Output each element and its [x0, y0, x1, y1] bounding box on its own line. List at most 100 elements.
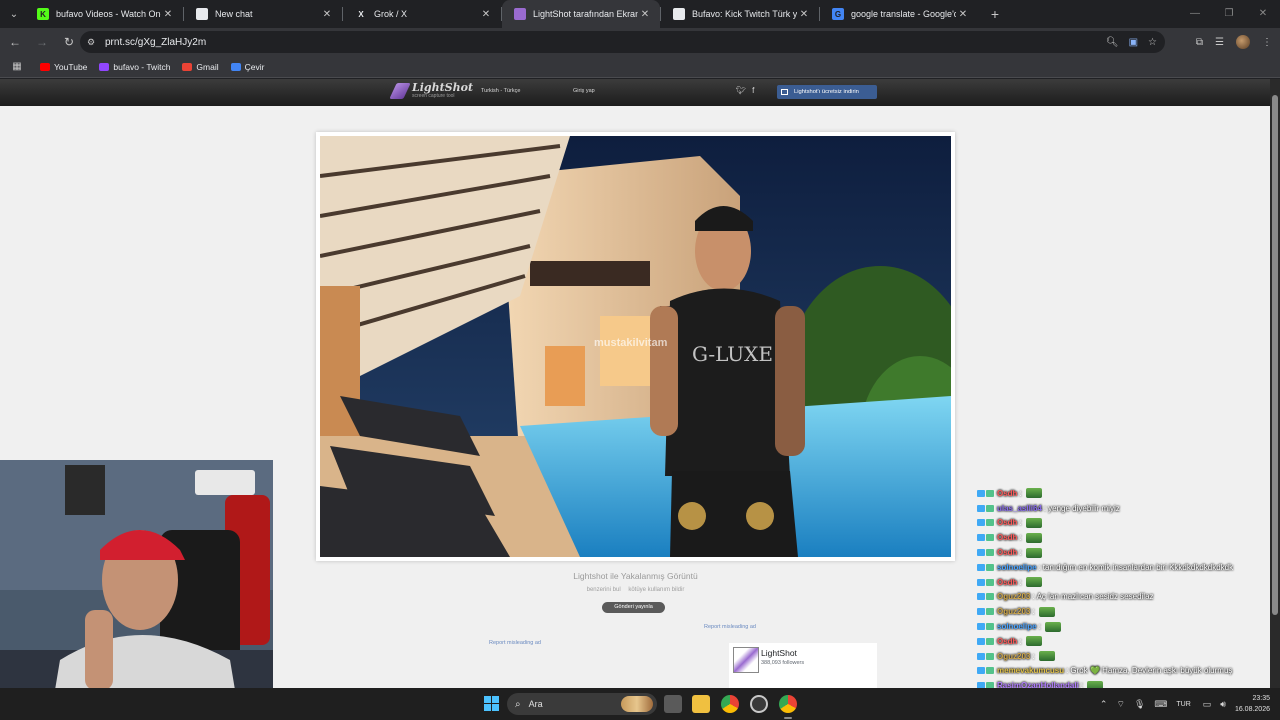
- twitter-icon[interactable]: 🐦︎: [736, 86, 746, 95]
- browser-tab[interactable]: Kbufavo Videos - Watch On-Dem✕: [25, 0, 183, 28]
- chat-colon: :: [1019, 488, 1022, 498]
- chat-message: Osdh:: [977, 575, 1277, 590]
- chat-username[interactable]: solnoelipe: [997, 622, 1037, 631]
- reload-button[interactable]: ↻: [57, 35, 81, 49]
- facebook-page-widget[interactable]: LightShot 388,093 followers: [729, 643, 877, 688]
- chat-message: Osdh:: [977, 634, 1277, 649]
- chat-message: solnoelipe: tanıdığım en komik insanlarda…: [977, 560, 1277, 575]
- chat-message: ulas_aslli64: yenge diyebilir miyiz: [977, 501, 1277, 516]
- taskbar-search[interactable]: ⌕ Ara: [507, 693, 657, 715]
- chat-username[interactable]: Osdh: [997, 548, 1017, 557]
- network-icon[interactable]: ⌔: [1116, 699, 1124, 710]
- chat-badge-icon: [986, 667, 994, 675]
- browser-toolbar: ← → ↻ ⚙ prnt.sc/gXg_ZlaHJy2m 🔍︎ ▣ ☆ ⧉ ☰ …: [0, 28, 1280, 56]
- chat-username[interactable]: ulas_aslli64: [997, 504, 1042, 513]
- clock-date: 16.08.2026: [1234, 706, 1270, 713]
- address-bar[interactable]: ⚙ prnt.sc/gXg_ZlaHJy2m 🔍︎ ▣ ☆: [80, 31, 1165, 53]
- close-tab-icon[interactable]: ✕: [797, 9, 811, 20]
- bookmark-item[interactable]: YouTube: [40, 62, 87, 72]
- browser-tab[interactable]: LightShot tarafından Ekran Görü✕: [502, 0, 660, 28]
- report-ad-link[interactable]: Report misleading ad: [704, 624, 756, 630]
- chrome-active-icon[interactable]: [779, 695, 797, 719]
- chat-message: Osdh:: [977, 516, 1277, 531]
- close-window-button[interactable]: ✕: [1246, 0, 1280, 28]
- chat-username[interactable]: Oguz203: [997, 652, 1030, 661]
- chat-badge-icon: [986, 623, 994, 631]
- chat-username[interactable]: solnoelipe: [997, 563, 1037, 572]
- bookmark-item[interactable]: Gmail: [182, 62, 219, 72]
- screenshot-actions: benzerini bul kötüye kullanım bildir: [316, 587, 955, 593]
- back-button[interactable]: ←: [3, 35, 27, 49]
- facebook-icon[interactable]: f: [752, 86, 754, 95]
- chat-badge-icon: [986, 652, 994, 660]
- chat-username[interactable]: Osdh: [997, 518, 1017, 527]
- microphone-icon[interactable]: 🎙︎: [1134, 699, 1145, 710]
- login-link[interactable]: Giriş yap: [573, 88, 595, 94]
- chat-colon: :: [1032, 607, 1035, 617]
- chat-badge-icon: [986, 489, 994, 497]
- chat-username[interactable]: RasimOzanHollandali: [997, 681, 1079, 688]
- chat-username[interactable]: Osdh: [997, 637, 1017, 646]
- forward-button[interactable]: →: [30, 35, 54, 49]
- chat-username[interactable]: Osdh: [997, 533, 1017, 542]
- chrome-icon[interactable]: [721, 695, 739, 713]
- chat-username[interactable]: Osdh: [997, 578, 1017, 587]
- obs-icon[interactable]: [750, 695, 768, 713]
- clock[interactable]: 23:35 16.08.2026: [1235, 693, 1270, 715]
- chrome-menu-icon[interactable]: ⋮: [1262, 37, 1272, 48]
- report-ad-link[interactable]: Report misleading ad: [489, 640, 541, 646]
- close-tab-icon[interactable]: ✕: [638, 9, 652, 20]
- keyboard-icon[interactable]: ⌨: [1154, 699, 1167, 710]
- browser-tab[interactable]: Bufavo: Kick Twitch Türk yayıncı✕: [661, 0, 819, 28]
- chat-colon: :: [1043, 503, 1047, 513]
- task-view-icon[interactable]: [664, 695, 682, 713]
- chat-text: yenge diyebilir miyiz: [1048, 503, 1120, 513]
- report-abuse-link[interactable]: kötüye kullanım bildir: [628, 587, 684, 593]
- maximize-button[interactable]: ❐: [1212, 0, 1246, 28]
- profile-avatar[interactable]: [1236, 35, 1250, 49]
- start-button[interactable]: [484, 696, 500, 712]
- apps-grid-icon[interactable]: ▦: [6, 61, 28, 72]
- browser-tab[interactable]: Ggoogle translate - Google'da Ar✕: [820, 0, 978, 28]
- search-highlight-image: [621, 696, 653, 712]
- browser-tab[interactable]: X Grok / X ✕: [343, 0, 501, 28]
- tab-search-button[interactable]: ⌄: [3, 3, 25, 25]
- chat-username[interactable]: memevakumcusu: [997, 666, 1064, 675]
- zoom-icon[interactable]: 🔍︎: [1106, 37, 1119, 48]
- chat-colon: :: [1019, 518, 1022, 528]
- close-tab-icon[interactable]: ✕: [479, 9, 493, 20]
- file-explorer-icon[interactable]: [692, 695, 710, 713]
- chat-username[interactable]: Osdh: [997, 489, 1017, 498]
- chat-username[interactable]: Oguz203: [997, 607, 1030, 616]
- address-url[interactable]: prnt.sc/gXg_ZlaHJy2m: [105, 37, 206, 48]
- browser-tab[interactable]: New chat ✕: [184, 0, 342, 28]
- minimize-button[interactable]: —: [1178, 0, 1212, 28]
- translate-page-icon[interactable]: ▣: [1129, 37, 1138, 48]
- site-info-icon[interactable]: ⚙: [87, 37, 101, 48]
- bookmark-item[interactable]: bufavo - Twitch: [99, 62, 170, 72]
- close-tab-icon[interactable]: ✕: [161, 9, 175, 20]
- display-icon[interactable]: ▭: [1203, 699, 1212, 710]
- extensions-icon[interactable]: ⧉: [1196, 37, 1203, 48]
- lightshot-logo[interactable]: LightShot screen capture tool: [389, 82, 473, 99]
- speaker-icon[interactable]: 🔊︎: [1220, 699, 1226, 710]
- facebook-page-name[interactable]: LightShot: [761, 648, 797, 658]
- find-similar-link[interactable]: benzerini bul: [587, 587, 621, 593]
- tray-overflow-icon[interactable]: ⌃: [1100, 699, 1108, 710]
- close-tab-icon[interactable]: ✕: [320, 9, 334, 20]
- bookmark-label: Çevir: [244, 61, 265, 72]
- bookmark-item[interactable]: Çevir: [230, 61, 265, 72]
- chat-text: Aç lan mazlıcan sesidz sesedilaz: [1036, 592, 1154, 602]
- screenshot-image[interactable]: G-LUXE mustakilvitam: [320, 136, 951, 557]
- close-tab-icon[interactable]: ✕: [956, 9, 970, 20]
- chat-emote-icon: [1038, 651, 1055, 662]
- new-tab-button[interactable]: +: [984, 6, 1006, 22]
- download-button[interactable]: Lightshot'ı ücretsiz indirin: [777, 85, 877, 99]
- chat-message: Oguz203: Aç lan mazlıcan sesidz sesedilaz: [977, 590, 1277, 605]
- tweet-button[interactable]: Gönderi yayınla: [602, 602, 665, 613]
- input-language[interactable]: TUR: [1176, 701, 1190, 708]
- reading-list-icon[interactable]: ☰: [1215, 37, 1224, 48]
- language-selector[interactable]: Turkish - Türkçe: [481, 88, 520, 94]
- bookmark-star-icon[interactable]: ☆: [1148, 37, 1157, 48]
- chat-username[interactable]: Oguz203: [997, 592, 1030, 601]
